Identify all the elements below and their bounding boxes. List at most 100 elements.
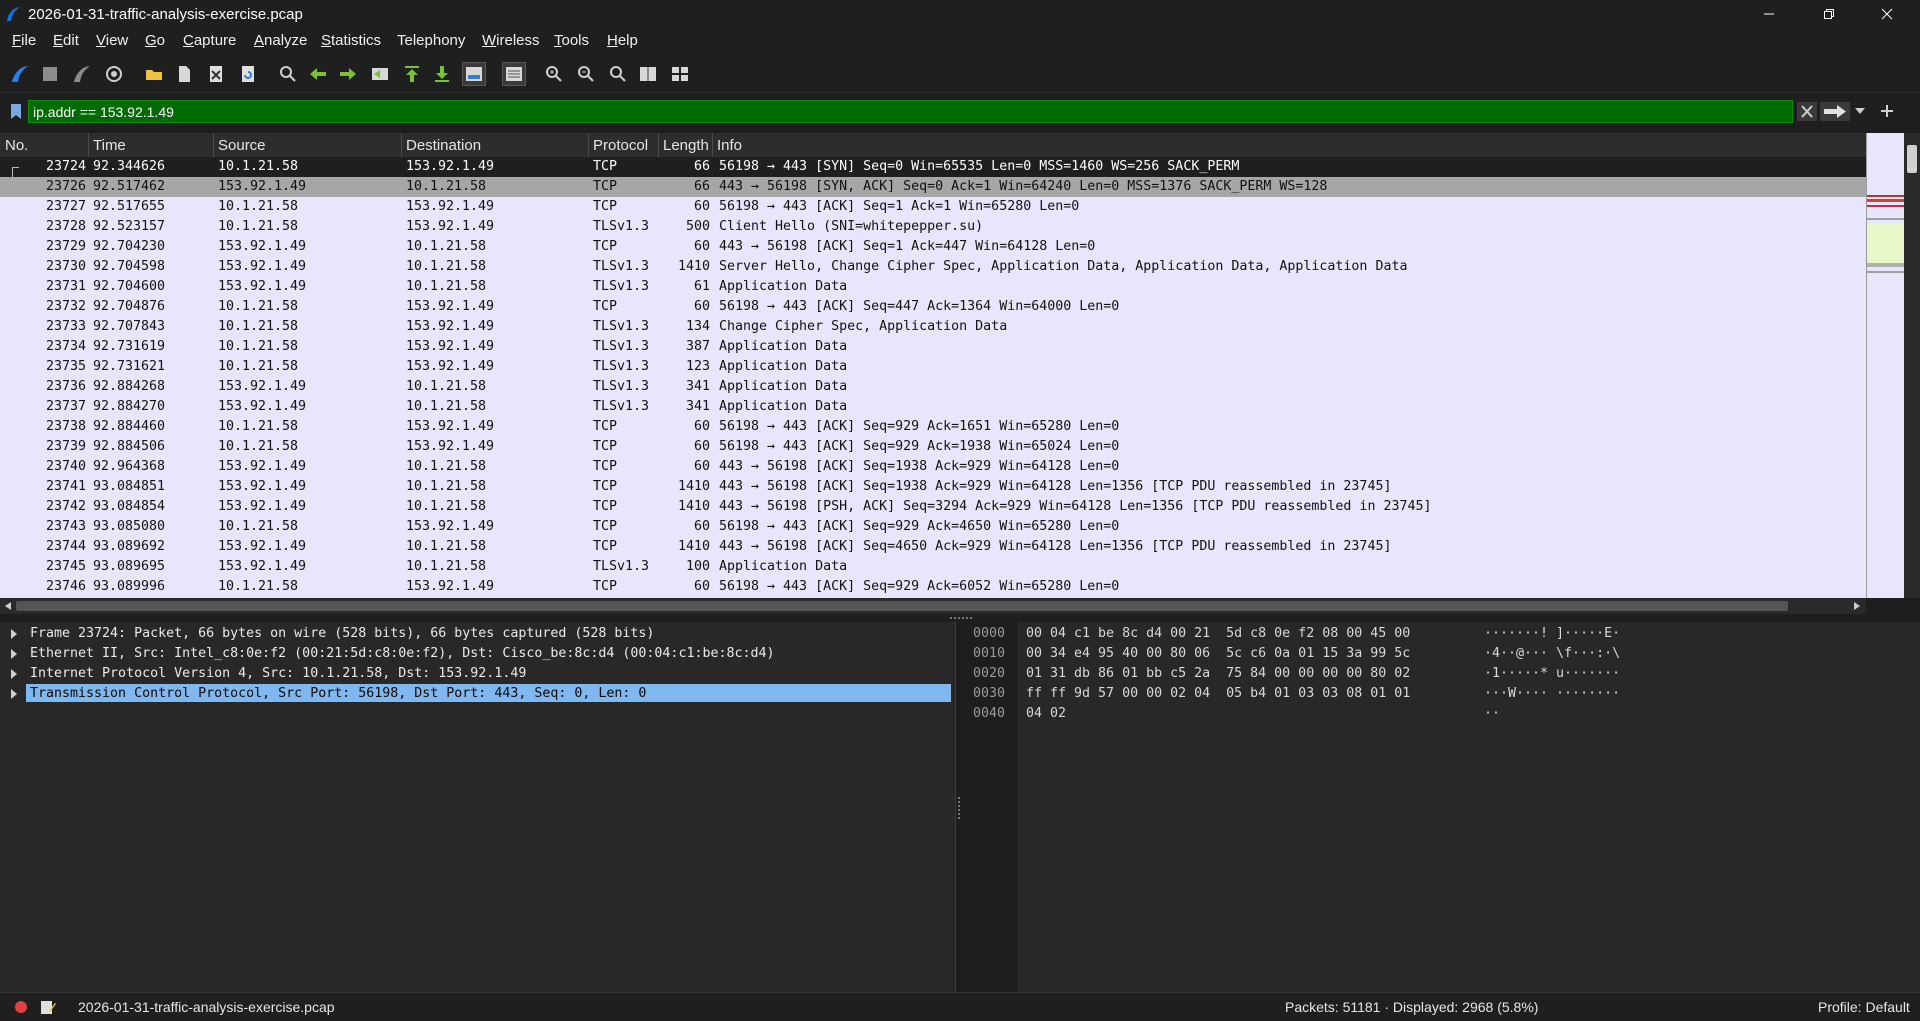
packet-row[interactable]: 23728 92.523157 10.1.21.58 153.92.1.49 TLSv1… [0,217,1866,237]
packet-row[interactable]: 23729 92.704230 153.92.1.49 10.1.21.58 TCP 60… [0,237,1866,257]
go-forward-button[interactable] [336,62,360,86]
colorize-button[interactable] [502,62,526,86]
column-header-length[interactable]: Length [663,137,709,154]
packet-row[interactable]: 23738 92.884460 10.1.21.58 153.92.1.49 TCP 60… [0,417,1866,437]
packet-row[interactable]: 23742 93.084854 153.92.1.49 10.1.21.58 TCP 14… [0,497,1866,517]
packet-row[interactable]: 23734 92.731619 10.1.21.58 153.92.1.49 TLSv1… [0,337,1866,357]
expand-arrow-icon[interactable] [11,649,17,659]
expert-info-icon[interactable] [14,1000,28,1014]
scrollbar-thumb[interactable] [1907,145,1917,173]
packet-row[interactable]: 23736 92.884268 153.92.1.49 10.1.21.58 TLSv1… [0,377,1866,397]
column-header-source[interactable]: Source [218,137,266,154]
autoscroll-button[interactable] [462,62,486,86]
packet-row[interactable]: 23743 93.085080 10.1.21.58 153.92.1.49 TCP 60… [0,517,1866,537]
zoom-out-button[interactable] [574,62,598,86]
detail-row-tcp[interactable]: Transmission Control Protocol, Src Port:… [0,684,955,704]
menu-telephony[interactable]: Telephony [397,32,465,49]
detail-row-frame[interactable]: Frame 23724: Packet, 66 bytes on wire (5… [0,624,955,644]
close-file-button[interactable] [204,62,228,86]
column-separator[interactable] [588,133,589,157]
packet-row[interactable]: 23737 92.884270 153.92.1.49 10.1.21.58 TLSv1… [0,397,1866,417]
packet-row[interactable]: 23744 93.089692 153.92.1.49 10.1.21.58 TCP 14… [0,537,1866,557]
capture-options-button[interactable] [102,62,126,86]
last-packet-button[interactable] [430,62,454,86]
pane-splitter[interactable] [0,614,1920,622]
packet-cell-len: 60 [693,199,710,214]
go-back-button[interactable] [306,62,330,86]
detail-row-ipv4[interactable]: Internet Protocol Version 4, Src: 10.1.2… [0,664,955,684]
packet-list-vertical-scrollbar[interactable] [1904,133,1920,598]
scroll-left-icon[interactable] [3,601,13,611]
display-filter-input[interactable]: ip.addr == 153.92.1.49 [28,100,1793,123]
packet-row[interactable]: 23733 92.707843 10.1.21.58 153.92.1.49 TLSv1… [0,317,1866,337]
first-packet-button[interactable] [400,62,424,86]
menu-tools[interactable]: Tools [554,32,589,49]
column-separator[interactable] [213,133,214,157]
packet-row[interactable]: 23726 92.517462 153.92.1.49 10.1.21.58 TCP 66… [0,177,1866,197]
bookmark-icon[interactable] [10,103,22,120]
packet-row[interactable]: 23740 92.964368 153.92.1.49 10.1.21.58 TCP 60… [0,457,1866,477]
minimize-button[interactable] [1746,0,1792,28]
column-header-no[interactable]: No. [5,137,28,154]
expand-arrow-icon[interactable] [11,629,17,639]
reload-file-button[interactable] [236,62,260,86]
menu-help[interactable]: Help [607,32,638,49]
packet-row[interactable]: 23741 93.084851 153.92.1.49 10.1.21.58 TCP 14… [0,477,1866,497]
layout-button[interactable] [668,62,692,86]
packet-row[interactable]: 23731 92.704600 153.92.1.49 10.1.21.58 TLSv1… [0,277,1866,297]
menu-file[interactable]: File [12,32,36,49]
scrollbar-thumb[interactable] [16,601,1788,611]
restart-capture-button[interactable] [70,62,94,86]
column-separator[interactable] [658,133,659,157]
column-separator[interactable] [88,133,89,157]
packet-details-pane[interactable]: Frame 23724: Packet, 66 bytes on wire (5… [0,622,956,992]
packet-minimap[interactable] [1866,133,1905,598]
expand-arrow-icon[interactable] [11,689,17,699]
clear-filter-icon[interactable] [1797,102,1817,121]
column-header-time[interactable]: Time [93,137,126,154]
menu-go[interactable]: Go [145,32,165,49]
start-capture-button[interactable] [8,62,32,86]
column-header-info[interactable]: Info [717,137,742,154]
expand-arrow-icon[interactable] [11,669,17,679]
packet-row[interactable]: 23746 93.089996 10.1.21.58 153.92.1.49 TCP 60… [0,577,1866,597]
menu-statistics[interactable]: Statistics [321,32,381,49]
scroll-right-icon[interactable] [1852,601,1862,611]
packet-cell-no: 23744 [45,539,86,554]
find-packet-button[interactable] [276,62,300,86]
column-separator[interactable] [401,133,402,157]
packet-row[interactable]: 23735 92.731621 10.1.21.58 153.92.1.49 TLSv1… [0,357,1866,377]
open-file-button[interactable] [142,62,166,86]
status-profile[interactable]: Profile: Default [1818,999,1910,1015]
column-separator[interactable] [712,133,713,157]
chevron-down-icon[interactable] [1855,108,1865,114]
close-button[interactable] [1864,0,1910,28]
normal-size-button[interactable] [606,62,630,86]
menu-view[interactable]: View [96,32,128,49]
capture-comment-icon[interactable] [40,999,56,1015]
detail-row-ethernet[interactable]: Ethernet II, Src: Intel_c8:0e:f2 (00:21:… [0,644,955,664]
column-header-destination[interactable]: Destination [406,137,481,154]
menu-analyze[interactable]: Analyze [254,32,307,49]
apply-filter-arrow-icon[interactable] [1820,102,1850,121]
zoom-in-button[interactable] [542,62,566,86]
menu-capture[interactable]: Capture [183,32,236,49]
packet-row[interactable]: 23724 92.344626 10.1.21.58 153.92.1.49 TCP 66… [0,157,1866,178]
restore-button[interactable] [1806,0,1852,28]
packet-list[interactable]: No. Time Source Destination Protocol Len… [0,133,1866,598]
plus-icon[interactable] [1880,104,1894,118]
packet-row[interactable]: 23739 92.884506 10.1.21.58 153.92.1.49 TCP 60… [0,437,1866,457]
stop-capture-button[interactable] [38,62,62,86]
save-file-button[interactable] [172,62,196,86]
packet-bytes-pane[interactable]: 0000 00 04 c1 be 8c d4 00 21 5d c8 0e f2 … [973,622,1920,992]
packet-row[interactable]: 23730 92.704598 153.92.1.49 10.1.21.58 TLSv1… [0,257,1866,277]
column-header-protocol[interactable]: Protocol [593,137,648,154]
packet-row[interactable]: 23727 92.517655 10.1.21.58 153.92.1.49 TCP 60… [0,197,1866,217]
resize-columns-button[interactable] [636,62,660,86]
packet-row[interactable]: 23732 92.704876 10.1.21.58 153.92.1.49 TCP 60… [0,297,1866,317]
go-to-packet-button[interactable] [368,62,392,86]
menu-edit[interactable]: Edit [53,32,79,49]
packet-list-horizontal-scrollbar[interactable] [0,598,1866,614]
packet-row[interactable]: 23745 93.089695 153.92.1.49 10.1.21.58 TLSv1… [0,557,1866,577]
menu-wireless[interactable]: Wireless [482,32,540,49]
